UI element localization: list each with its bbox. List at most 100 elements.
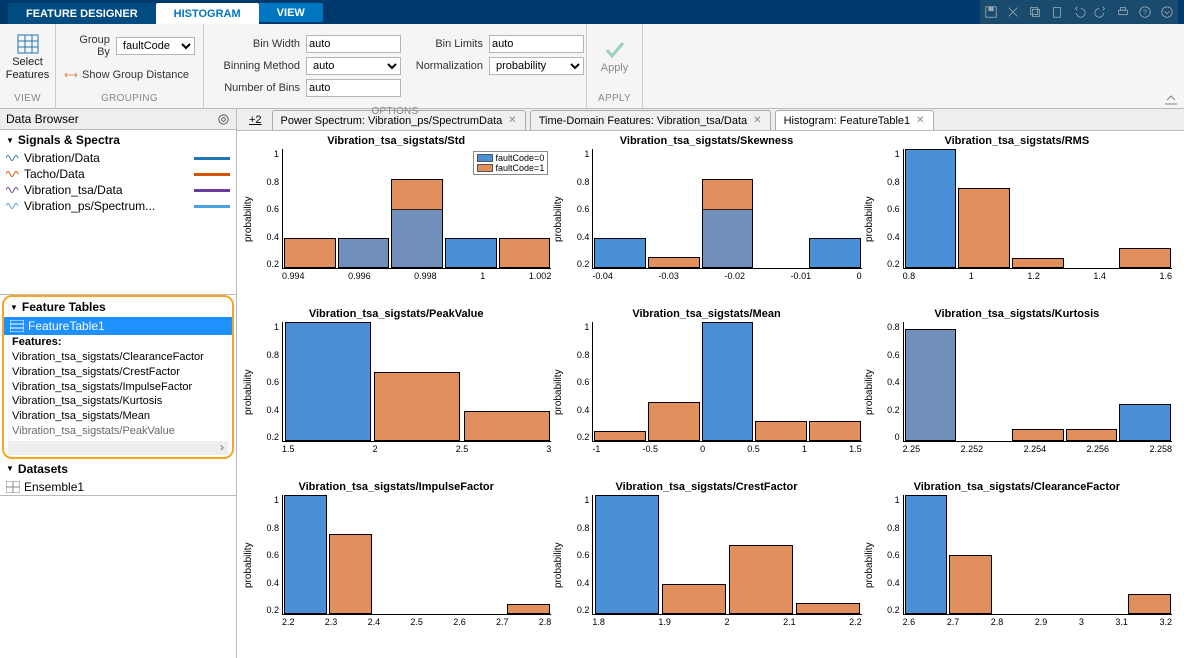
section-apply-title: APPLY (587, 91, 642, 108)
redo-icon[interactable] (1094, 5, 1108, 19)
x-ticks: 0.811.21.41.6 (877, 269, 1172, 281)
signal-icon (6, 152, 20, 164)
histogram-chart: Vibration_tsa_sigstats/Std probability 1… (241, 135, 551, 308)
signal-item[interactable]: Vibration/Data (0, 150, 236, 166)
x-ticks: 2.252.2522.2542.2562.258 (877, 442, 1172, 454)
feature-tables-highlight: Feature Tables FeatureTable1 Features: V… (2, 295, 234, 459)
feature-item[interactable]: Vibration_tsa_sigstats/CrestFactor (12, 365, 224, 380)
chart-title: Vibration_tsa_sigstats/Skewness (551, 135, 861, 147)
plot-area (282, 322, 551, 442)
feature-item[interactable]: Vibration_tsa_sigstats/ImpulseFactor (12, 380, 224, 395)
feature-item[interactable]: Vibration_tsa_sigstats/Kurtosis (12, 394, 224, 409)
close-icon[interactable]: ✕ (916, 115, 924, 126)
section-view-title: VIEW (0, 91, 55, 108)
x-ticks: -1-0.500.511.5 (566, 442, 861, 454)
tab-feature-designer[interactable]: FEATURE DESIGNER (8, 3, 156, 24)
select-features-button[interactable]: Select Features (2, 32, 53, 82)
x-ticks: 1.81.922.12.2 (566, 615, 861, 627)
chart-title: Vibration_tsa_sigstats/PeakValue (241, 308, 551, 320)
feature-item[interactable]: Vibration_tsa_sigstats/PeakValue (12, 424, 224, 439)
panel-feature-tables-header[interactable]: Feature Tables (4, 297, 232, 317)
chart-title: Vibration_tsa_sigstats/ImpulseFactor (241, 481, 551, 493)
cut-icon[interactable] (1006, 5, 1020, 19)
panel-datasets-header[interactable]: Datasets (0, 459, 236, 479)
save-icon[interactable] (984, 5, 998, 19)
print-icon[interactable] (1116, 5, 1130, 19)
signal-item[interactable]: Vibration_ps/Spectrum... (0, 198, 236, 214)
tab-view[interactable]: VIEW (259, 3, 323, 22)
y-axis-label: probability (241, 149, 256, 289)
histogram-chart: Vibration_tsa_sigstats/Kurtosis probabil… (862, 308, 1172, 481)
dataset-icon (6, 481, 20, 493)
help-icon[interactable]: ? (1138, 5, 1152, 19)
signal-label: Vibration_tsa/Data (24, 183, 123, 197)
chart-title: Vibration_tsa_sigstats/RMS (862, 135, 1172, 147)
plot-area (903, 149, 1172, 269)
num-bins-input[interactable] (306, 79, 401, 97)
y-axis-label: probability (862, 322, 877, 462)
section-options-title: OPTIONS (204, 104, 586, 121)
y-ticks: 10.80.60.40.2 (877, 149, 903, 269)
data-browser-title: Data Browser (6, 112, 79, 126)
plot-area (592, 322, 861, 442)
chart-title: Vibration_tsa_sigstats/Kurtosis (862, 308, 1172, 320)
signal-swatch (194, 205, 230, 208)
chart-title: Vibration_tsa_sigstats/Mean (551, 308, 861, 320)
signal-label: Vibration_ps/Spectrum... (24, 199, 155, 213)
doctab-histogram[interactable]: Histogram: FeatureTable1✕ (775, 110, 934, 130)
signal-item[interactable]: Vibration_tsa/Data (0, 182, 236, 198)
show-group-distance-label: Show Group Distance (82, 69, 189, 81)
quick-access-toolbar: ? (980, 0, 1178, 24)
panel-signals-header[interactable]: Signals & Spectra (0, 130, 236, 150)
svg-text:?: ? (1143, 10, 1147, 17)
show-group-distance-button[interactable]: Show Group Distance (64, 68, 189, 82)
histogram-chart: Vibration_tsa_sigstats/PeakValue probabi… (241, 308, 551, 481)
y-ticks: 10.80.60.40.2 (566, 495, 592, 615)
toolstrip-collapse[interactable] (1164, 24, 1178, 109)
bin-limits-label: Bin Limits (407, 38, 483, 50)
signal-swatch (194, 157, 230, 160)
dropdown-icon[interactable] (1160, 5, 1174, 19)
feature-item[interactable]: Vibration_tsa_sigstats/ClearanceFactor (12, 350, 224, 365)
binning-method-label: Binning Method (212, 60, 300, 72)
plot-area: faultCode=0 faultCode=1 (282, 149, 551, 269)
feature-item[interactable]: Vibration_tsa_sigstats/Mean (12, 409, 224, 424)
bin-limits-input[interactable] (489, 35, 584, 53)
copy-icon[interactable] (1028, 5, 1042, 19)
chart-title: Vibration_tsa_sigstats/ClearanceFactor (862, 481, 1172, 493)
x-ticks: 0.9940.9960.99811.002 (256, 269, 551, 281)
signal-icon (6, 168, 20, 180)
paste-icon[interactable] (1050, 5, 1064, 19)
y-axis-label: probability (551, 495, 566, 635)
histogram-chart: Vibration_tsa_sigstats/CrestFactor proba… (551, 481, 861, 654)
undo-icon[interactable] (1072, 5, 1086, 19)
signal-item[interactable]: Tacho/Data (0, 166, 236, 182)
histogram-chart: Vibration_tsa_sigstats/Skewness probabil… (551, 135, 861, 308)
y-axis-label: probability (551, 322, 566, 462)
table-icon (17, 34, 39, 54)
histogram-chart: Vibration_tsa_sigstats/Mean probability … (551, 308, 861, 481)
bin-width-input[interactable] (306, 35, 401, 53)
histogram-chart: Vibration_tsa_sigstats/ImpulseFactor pro… (241, 481, 551, 654)
chart-title: Vibration_tsa_sigstats/Std (241, 135, 551, 147)
y-ticks: 10.80.60.40.2 (256, 149, 282, 269)
feature-table-selected[interactable]: FeatureTable1 (4, 317, 232, 335)
plot-area (903, 495, 1172, 615)
normalization-select[interactable]: probability (489, 57, 584, 75)
group-by-select[interactable]: faultCode (116, 37, 195, 55)
tab-histogram[interactable]: HISTOGRAM (156, 3, 259, 24)
apply-button[interactable]: Apply (597, 38, 633, 76)
y-ticks: 10.80.60.40.2 (566, 322, 592, 442)
binning-method-select[interactable]: auto (306, 57, 401, 75)
section-grouping-title: GROUPING (56, 91, 203, 108)
num-bins-label: Number of Bins (212, 82, 300, 94)
collapse-icon (1164, 95, 1178, 105)
y-axis-label: probability (862, 495, 877, 635)
histogram-grid: Vibration_tsa_sigstats/Std probability 1… (237, 131, 1184, 658)
dataset-item[interactable]: Ensemble1 (0, 479, 236, 495)
x-ticks: -0.04-0.03-0.02-0.010 (566, 269, 861, 281)
close-icon[interactable]: ✕ (753, 115, 761, 126)
group-by-label: Group By (64, 34, 110, 58)
chart-title: Vibration_tsa_sigstats/CrestFactor (551, 481, 861, 493)
horizontal-scrollbar[interactable] (8, 441, 228, 455)
